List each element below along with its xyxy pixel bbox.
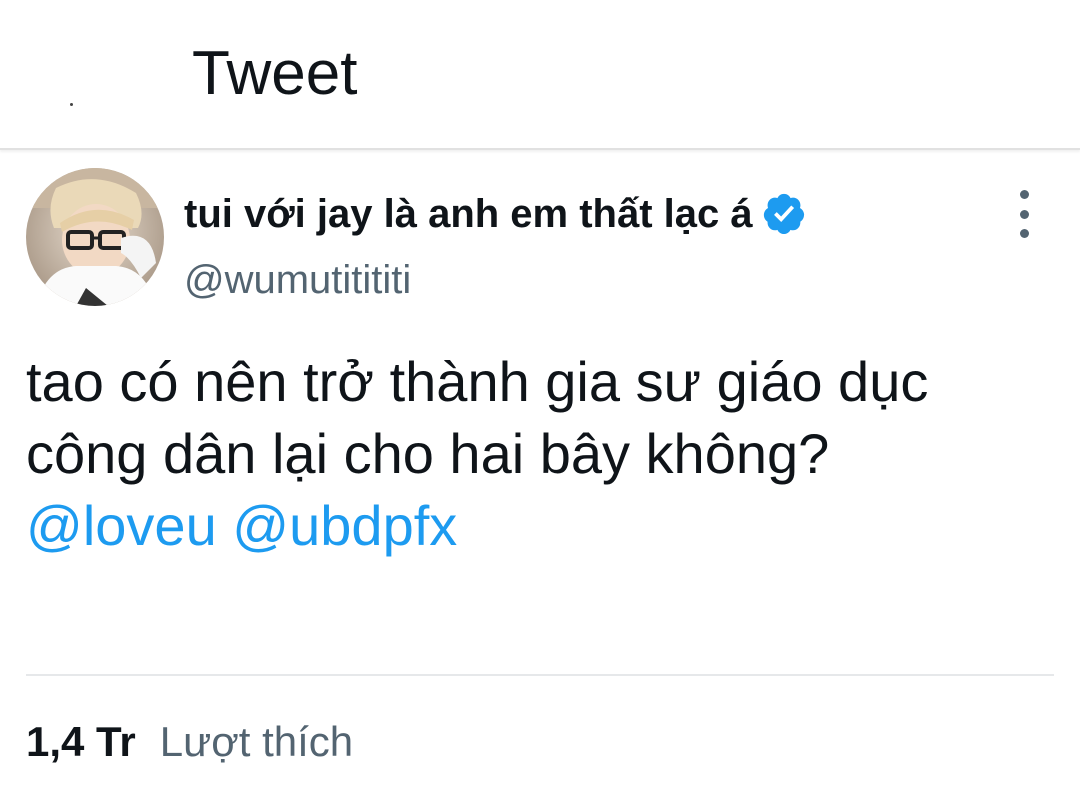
- top-app-bar: Tweet: [0, 0, 1080, 150]
- tweet-text-line: tao có nên trở thành gia sư giáo dục: [26, 350, 929, 413]
- author-display-name[interactable]: tui với jay là anh em thất lạc á: [184, 192, 753, 237]
- tweet-text: tao có nên trở thành gia sư giáo dục côn…: [26, 346, 1056, 562]
- avatar-image: [26, 168, 164, 306]
- avatar[interactable]: [26, 168, 164, 306]
- mention-link[interactable]: @ubdpfx: [232, 494, 457, 557]
- likes-stat[interactable]: 1,4 Tr Lượt thích: [26, 712, 353, 772]
- tweet-text-line: công dân lại cho hai bây không?: [26, 422, 830, 485]
- mentions-row: @loveu @ubdpfx: [26, 490, 1056, 562]
- page-title: Tweet: [192, 39, 358, 108]
- more-vertical-icon-dot: [1019, 209, 1029, 219]
- more-options-button[interactable]: [1006, 190, 1042, 238]
- likes-label: Lượt thích: [159, 718, 354, 765]
- author-name-row[interactable]: tui với jay là anh em thất lạc á: [184, 184, 807, 244]
- author-handle[interactable]: @wumutitititi: [184, 258, 411, 303]
- divider: [26, 674, 1054, 676]
- back-arrow-icon: [69, 102, 73, 106]
- likes-count: 1,4 Tr: [26, 718, 136, 765]
- mention-link[interactable]: @loveu: [26, 494, 217, 557]
- verified-badge-icon: [763, 193, 804, 235]
- more-vertical-icon-dot: [1019, 229, 1029, 238]
- back-button[interactable]: [40, 50, 110, 120]
- more-vertical-icon: [1019, 190, 1029, 199]
